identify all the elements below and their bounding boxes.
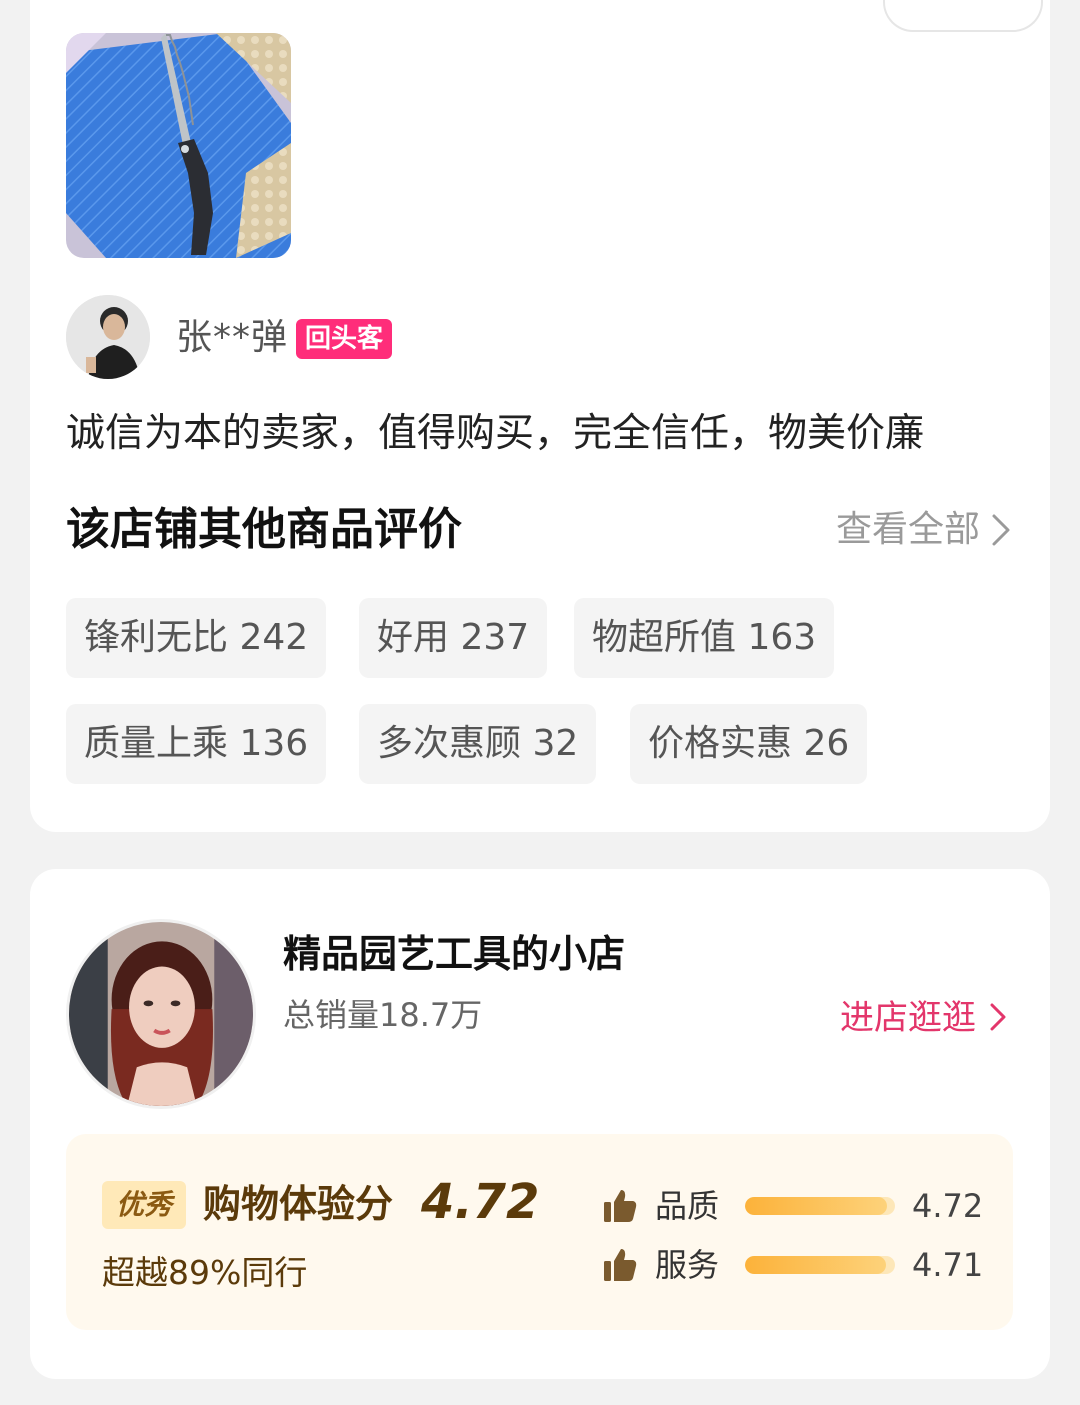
shop-name[interactable]: 精品园艺工具的小店 — [283, 929, 625, 979]
review-tag[interactable]: 锋利无比 242 — [66, 598, 327, 678]
review-tag[interactable]: 物超所值 163 — [574, 598, 835, 678]
quality-progress-fill — [745, 1197, 887, 1215]
reviewer-avatar[interactable] — [66, 295, 150, 379]
review-tag[interactable]: 好用 237 — [359, 598, 548, 678]
service-score: 4.71 — [912, 1246, 984, 1284]
thumbs-up-icon — [604, 1249, 637, 1281]
beat-peers-text: 超越89%同行 — [102, 1253, 308, 1292]
shop-total-sales: 总销量18.7万 — [283, 996, 483, 1034]
review-text: 诚信为本的卖家，值得购买，完全信任，物美价廉 — [66, 411, 925, 456]
chevron-right-icon[interactable] — [988, 512, 1014, 548]
quality-score: 4.72 — [912, 1187, 984, 1225]
shopping-experience-score[interactable]: 优秀 购物体验分 4.72 超越89%同行 品质 4.72 服务 4.71 — [66, 1134, 1013, 1330]
shop-owner-avatar-image — [69, 922, 253, 1106]
review-tag[interactable]: 价格实惠 26 — [630, 704, 868, 784]
returning-customer-badge: 回头客 — [296, 319, 393, 359]
excellent-badge: 优秀 — [102, 1181, 187, 1229]
shop-avatar[interactable] — [66, 919, 256, 1109]
review-tag[interactable]: 多次惠顾 32 — [359, 704, 597, 784]
score-value: 4.72 — [421, 1174, 540, 1230]
service-label: 服务 — [655, 1246, 720, 1284]
quality-label: 品质 — [655, 1187, 720, 1225]
review-tag[interactable]: 质量上乘 136 — [66, 704, 327, 784]
saw-photo-image — [66, 33, 291, 258]
thumbs-up-icon — [604, 1190, 637, 1222]
score-label: 购物体验分 — [203, 1182, 394, 1226]
enter-shop-button[interactable]: 进店逛逛 — [840, 995, 976, 1041]
review-photo[interactable] — [66, 33, 291, 258]
reviewer-name: 张**弹 — [176, 317, 289, 358]
chevron-right-icon[interactable] — [988, 1001, 1010, 1033]
section-title: 该店铺其他商品评价 — [66, 504, 462, 555]
service-progress-bar — [745, 1256, 895, 1274]
service-progress-fill — [745, 1256, 887, 1274]
review-card: 张**弹 回头客 诚信为本的卖家，值得购买，完全信任，物美价廉 该店铺其他商品评… — [30, 0, 1050, 832]
top-chip-button[interactable] — [883, 0, 1043, 32]
reviewer-avatar-image — [66, 295, 150, 379]
shop-card: 精品园艺工具的小店 总销量18.7万 进店逛逛 优秀 购物体验分 4.72 超越… — [30, 869, 1050, 1379]
view-all-link[interactable]: 查看全部 — [836, 506, 980, 554]
quality-progress-bar — [745, 1197, 895, 1215]
